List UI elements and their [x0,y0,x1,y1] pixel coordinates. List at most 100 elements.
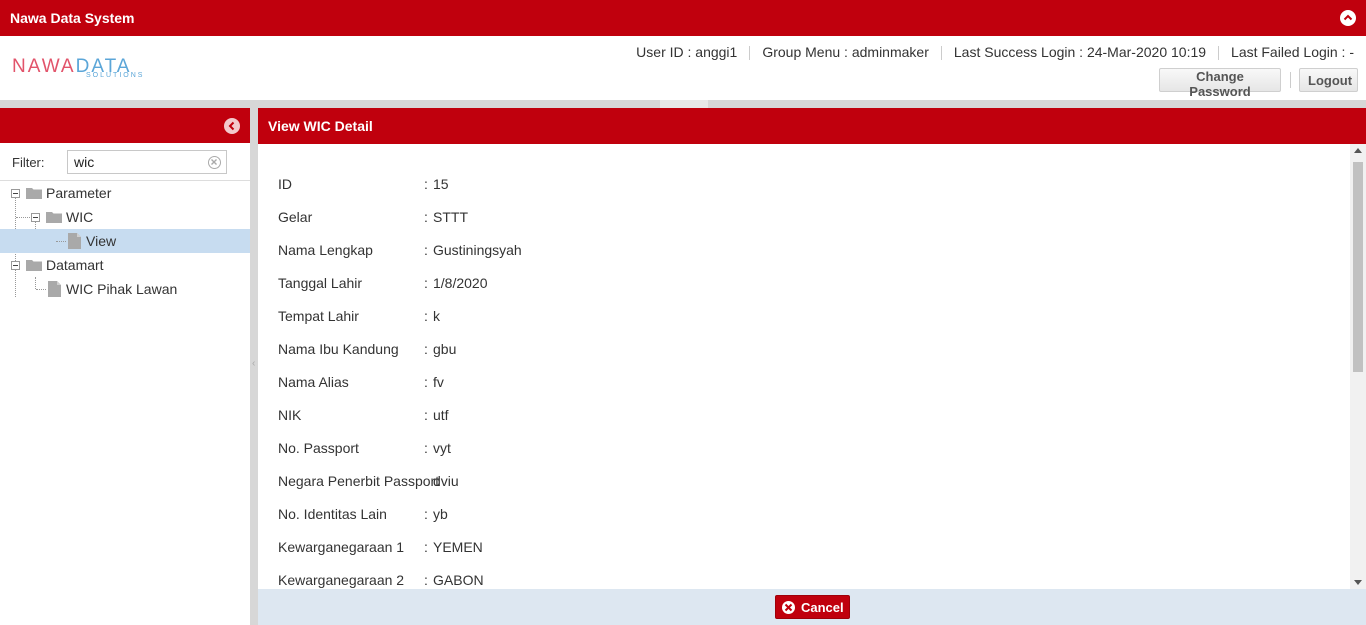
tree-node-datamart[interactable]: Datamart [0,253,250,277]
field-separator: : [424,275,428,291]
cancel-button[interactable]: Cancel [775,595,850,619]
field-value: utf [433,407,449,423]
divider [749,46,751,60]
tree-line [36,289,46,290]
field-label: Nama Alias [278,374,349,390]
vertical-scrollbar[interactable] [1350,144,1366,589]
field-separator: : [424,176,428,192]
detail-row: Nama Alias : fv [278,374,1178,407]
field-value: STTT [433,209,468,225]
tree-node-label: WIC [66,209,94,225]
field-value: yb [433,506,448,522]
tree-node-label: View [86,233,117,249]
field-separator: : [424,572,428,588]
field-value: GABON [433,572,484,588]
filter-label: Filter: [12,155,45,170]
field-value: 1/8/2020 [433,275,488,291]
detail-row: Kewarganegaraan 2 : GABON [278,572,1178,589]
field-separator: : [424,407,428,423]
detail-row: No. Passport : vyt [278,440,1178,473]
detail-row: Nama Ibu Kandung : gbu [278,341,1178,374]
field-label: ID [278,176,292,192]
cancel-icon [782,601,795,614]
detail-footer: Cancel [258,589,1366,625]
field-label: No. Identitas Lain [278,506,387,522]
logo-subtitle: SOLUTIONS [86,72,145,79]
cancel-button-label: Cancel [801,600,844,615]
field-label: NIK [278,407,302,423]
tree-node-label: WIC Pihak Lawan [66,281,178,297]
filter-row: Filter: [0,143,250,181]
logout-button[interactable]: Logout [1299,68,1358,92]
field-value: Gustiningsyah [433,242,522,258]
detail-row: Nama Lengkap : Gustiningsyah [278,242,1178,275]
detail-row: Tempat Lahir : k [278,308,1178,341]
detail-row: Negara Penerbit Passport dviu [278,473,1178,506]
collapse-node-icon[interactable] [31,213,40,222]
field-label: Nama Lengkap [278,242,373,258]
detail-row: Kewarganegaraan 1 : YEMEN [278,539,1178,572]
scroll-down-icon[interactable] [1354,580,1362,585]
app-title: Nawa Data System [10,10,135,26]
last-success-login: Last Success Login : 24-Mar-2020 10:19 [953,44,1207,60]
detail-row: NIK : utf [278,407,1178,440]
change-password-button[interactable]: Change Password [1159,68,1281,99]
tree-node-view[interactable]: View [0,229,250,253]
field-label: Nama Ibu Kandung [278,341,399,357]
field-label: Negara Penerbit Passport [278,473,440,489]
field-value: k [433,308,440,324]
header-separator [0,100,1366,108]
field-separator: : [424,506,428,522]
divider [940,46,942,60]
field-separator: : [424,242,428,258]
divider [1218,46,1220,60]
collapse-header-icon[interactable] [1340,10,1356,26]
tree-line [56,241,66,242]
scroll-up-icon[interactable] [1354,148,1362,153]
divider [1290,72,1291,88]
collapse-panel-icon[interactable] [224,118,240,134]
field-value: 15 [433,176,449,192]
tree-node-wic[interactable]: WIC [0,205,250,229]
header-toggle-tab[interactable] [660,100,708,108]
clear-filter-icon[interactable] [208,156,221,169]
field-label: Kewarganegaraan 2 [278,572,405,588]
field-separator: : [424,440,428,456]
detail-panel-header: View WIC Detail [258,108,1366,144]
detail-panel: View WIC Detail ID : 15 Gelar : STTT Nam… [258,108,1366,625]
field-separator: : [424,341,428,357]
last-failed-login: Last Failed Login : - [1231,44,1354,60]
app-titlebar: Nawa Data System [0,0,1366,36]
field-label: Kewarganegaraan 1 [278,539,405,555]
field-value: gbu [433,341,457,357]
tree-node-parameter[interactable]: Parameter [0,181,250,205]
field-label: Tempat Lahir [278,308,359,324]
field-separator: : [424,308,428,324]
navigation-panel: Filter: Parameter WIC View [0,108,250,625]
detail-row: ID : 15 [278,176,1178,209]
user-info: User ID : anggi1 Group Menu : adminmaker… [636,44,1354,60]
user-id: User ID : anggi1 [636,44,738,60]
file-icon [48,281,61,297]
field-separator: : [424,209,428,225]
company-logo: NAWADATA SOLUTIONS [12,57,157,81]
panel-splitter[interactable]: ‹ [250,108,258,625]
splitter-grip-icon[interactable]: ‹ [252,358,255,369]
tree-node-wic-pihak-lawan[interactable]: WIC Pihak Lawan [0,277,250,301]
folder-icon [46,212,62,223]
detail-row: No. Identitas Lain : yb [278,506,1178,539]
detail-row: Tanggal Lahir : 1/8/2020 [278,275,1178,308]
filter-input[interactable] [67,150,227,174]
field-value: fv [433,374,444,390]
field-separator: : [424,374,428,390]
tree-node-label: Parameter [46,185,112,201]
field-value: dviu [433,473,459,489]
navigation-panel-header [0,108,250,143]
scrollbar-thumb[interactable] [1353,162,1363,372]
field-value: vyt [433,440,451,456]
logo-text-a: NAWA [12,56,76,77]
collapse-node-icon[interactable] [11,189,20,198]
detail-row: Gelar : STTT [278,209,1178,242]
app-header: NAWADATA SOLUTIONS User ID : anggi1 Grou… [0,36,1366,100]
collapse-node-icon[interactable] [11,261,20,270]
